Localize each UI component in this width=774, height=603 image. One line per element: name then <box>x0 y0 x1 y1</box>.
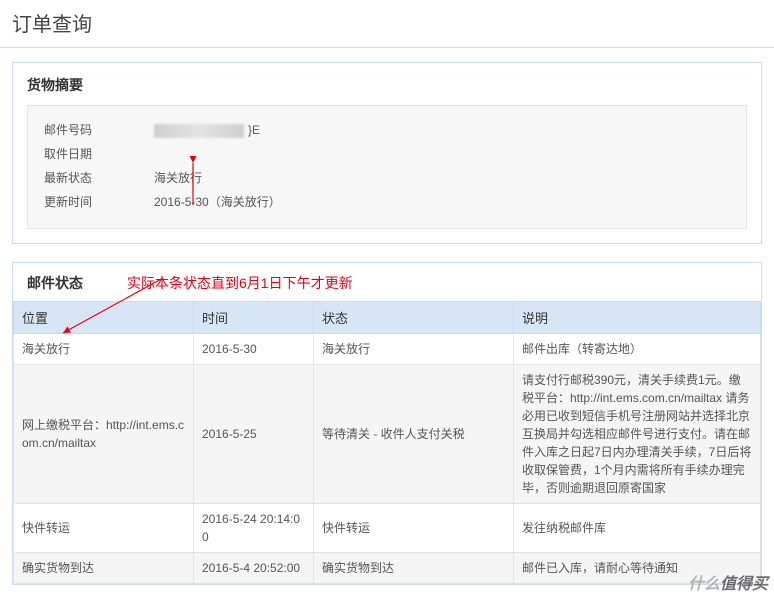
annotation-text: 实际本条状态直到6月1日下午才更新 <box>127 273 353 293</box>
cell-desc: 发往纳税邮件库 <box>514 504 761 553</box>
col-location: 位置 <box>14 302 194 334</box>
table-row: 网上缴税平台：http://int.ems.com.cn/mailtax 201… <box>14 365 761 504</box>
cell-time: 2016-5-30 <box>194 334 314 365</box>
table-row: 快件转运 2016-5-24 20:14:00 快件转运 发往纳税邮件库 <box>14 504 761 553</box>
summary-row-mailno: 邮件号码 }E <box>44 118 730 142</box>
top-divider <box>0 47 774 48</box>
summary-box: 邮件号码 }E 取件日期 最新状态 海关放行 更新时间 2016-5-30（海关… <box>27 105 747 229</box>
col-time: 时间 <box>194 302 314 334</box>
mailno-suffix: }E <box>248 123 260 137</box>
summary-label: 更新时间 <box>44 192 154 212</box>
summary-row-updated: 更新时间 2016-5-30（海关放行） <box>44 190 730 214</box>
summary-label: 最新状态 <box>44 168 154 188</box>
summary-row-status: 最新状态 海关放行 <box>44 166 730 190</box>
status-header: 邮件状态 实际本条状态直到6月1日下午才更新 <box>13 263 761 301</box>
col-desc: 说明 <box>514 302 761 334</box>
summary-panel-title: 货物摘要 <box>27 75 747 95</box>
table-header-row: 位置 时间 状态 说明 <box>14 302 761 334</box>
col-state: 状态 <box>314 302 514 334</box>
summary-value-mailno: }E <box>154 120 260 140</box>
cell-location: 确实货物到达 <box>14 553 194 584</box>
cell-desc: 邮件已入库，请耐心等待通知 <box>514 553 761 584</box>
cell-desc: 邮件出库（转寄达地） <box>514 334 761 365</box>
summary-row-pickup: 取件日期 <box>44 142 730 166</box>
cell-location: 海关放行 <box>14 334 194 365</box>
status-panel: 邮件状态 实际本条状态直到6月1日下午才更新 位置 时间 状态 说明 海关放行 … <box>12 262 762 585</box>
page-title: 订单查询 <box>0 0 774 47</box>
cell-location: 快件转运 <box>14 504 194 553</box>
cell-desc: 请支付行邮税390元，清关手续费1元。缴税平台：http://int.ems.c… <box>514 365 761 504</box>
table-row: 确实货物到达 2016-5-4 20:52:00 确实货物到达 邮件已入库，请耐… <box>14 553 761 584</box>
cell-location: 网上缴税平台：http://int.ems.com.cn/mailtax <box>14 365 194 504</box>
cell-state: 确实货物到达 <box>314 553 514 584</box>
table-row: 海关放行 2016-5-30 海关放行 邮件出库（转寄达地） <box>14 334 761 365</box>
blurred-mailno <box>154 124 244 138</box>
cell-state: 快件转运 <box>314 504 514 553</box>
cell-time: 2016-5-4 20:52:00 <box>194 553 314 584</box>
summary-label: 邮件号码 <box>44 120 154 140</box>
summary-panel: 货物摘要 邮件号码 }E 取件日期 最新状态 海关放行 更新时间 2016-5-… <box>12 62 762 244</box>
cell-state: 海关放行 <box>314 334 514 365</box>
cell-time: 2016-5-24 20:14:00 <box>194 504 314 553</box>
summary-value: 海关放行 <box>154 168 202 188</box>
summary-value: 2016-5-30（海关放行） <box>154 192 281 212</box>
status-panel-title: 邮件状态 <box>27 273 127 293</box>
cell-time: 2016-5-25 <box>194 365 314 504</box>
cell-state: 等待清关 - 收件人支付关税 <box>314 365 514 504</box>
summary-label: 取件日期 <box>44 144 154 164</box>
status-table: 位置 时间 状态 说明 海关放行 2016-5-30 海关放行 邮件出库（转寄达… <box>13 301 761 584</box>
